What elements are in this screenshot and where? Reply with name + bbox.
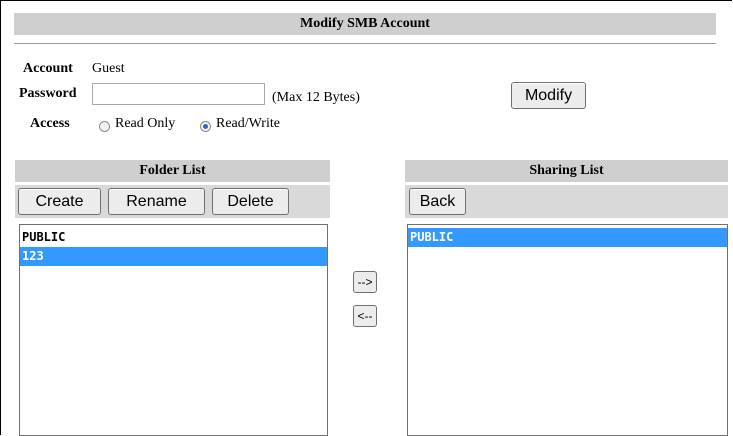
sharing-item-public[interactable]: PUBLIC [408, 228, 727, 247]
password-label: Password [19, 86, 77, 101]
access-label: Access [30, 116, 70, 131]
sharing-list-header: Sharing List [405, 160, 728, 182]
radio-read-only-label: Read Only [115, 116, 176, 131]
add-to-sharing-button[interactable]: --> [353, 271, 377, 293]
title-divider [14, 43, 716, 44]
create-button[interactable]: Create [18, 188, 101, 215]
modify-button[interactable]: Modify [511, 82, 586, 109]
back-button[interactable]: Back [409, 188, 466, 215]
radio-read-write[interactable] [200, 121, 211, 132]
delete-button[interactable]: Delete [212, 188, 289, 215]
radio-read-only[interactable] [99, 121, 110, 132]
password-field[interactable] [92, 83, 265, 105]
page-title: Modify SMB Account [14, 13, 716, 35]
folder-list-header: Folder List [15, 160, 330, 182]
rename-button[interactable]: Rename [108, 188, 205, 215]
password-hint: (Max 12 Bytes) [272, 90, 360, 105]
folder-item-public[interactable]: PUBLIC [20, 228, 327, 247]
folder-item-123[interactable]: 123 [20, 247, 327, 266]
sharing-listbox[interactable]: PUBLIC [407, 224, 728, 436]
account-value: Guest [92, 61, 125, 76]
account-label: Account [23, 61, 73, 76]
radio-read-write-label: Read/Write [216, 116, 280, 131]
remove-from-sharing-button[interactable]: <-- [353, 305, 377, 327]
folder-listbox[interactable]: PUBLIC 123 [19, 224, 328, 436]
